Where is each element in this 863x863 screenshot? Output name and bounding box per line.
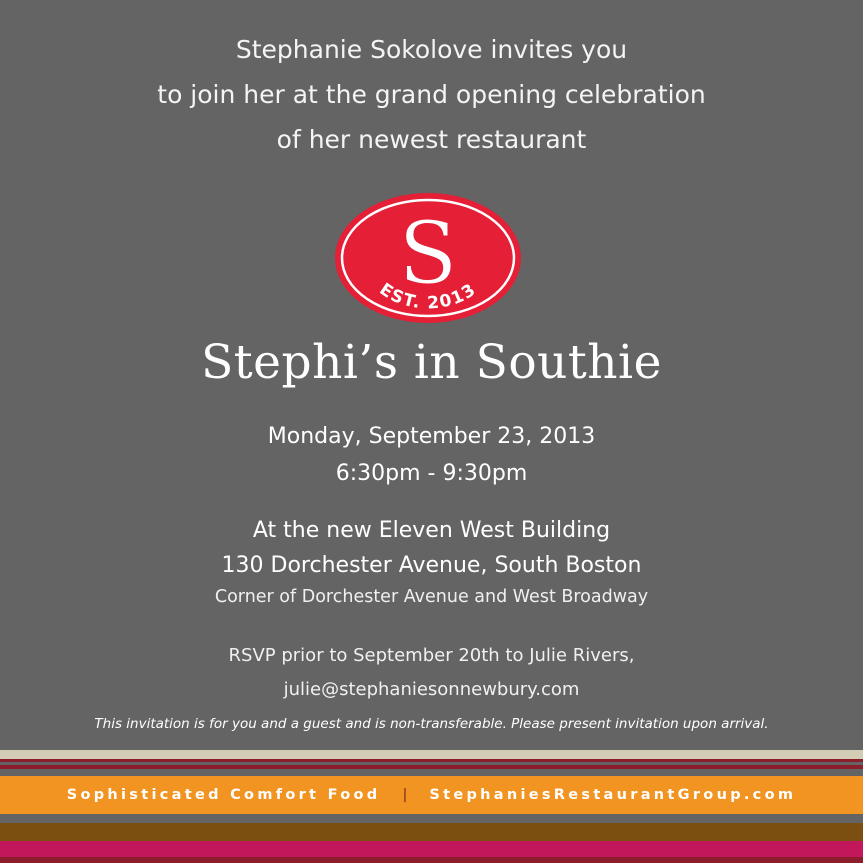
footer-website[interactable]: StephaniesRestaurantGroup.com [429, 787, 796, 803]
event-date: Monday, September 23, 2013 [267, 424, 596, 449]
venue-name: At the new Eleven West Building [252, 518, 611, 543]
venue-corner: Corner of Dorchester Avenue and West Bro… [214, 587, 649, 607]
invitation-note: This invitation is for you and a guest a… [94, 716, 769, 732]
intro-line-3: of her newest restaurant [276, 125, 587, 154]
logo-monogram: S [399, 204, 458, 304]
event-time: 6:30pm - 9:30pm [335, 461, 528, 486]
venue-address: 130 Dorchester Avenue, South Boston [221, 553, 642, 578]
footer-separator: | [402, 787, 408, 803]
stripe-magenta [0, 841, 863, 857]
stripe-beige [0, 750, 863, 759]
stripe-gray-2 [0, 769, 863, 776]
intro-line-1: Stephanie Sokolove invites you [235, 35, 628, 64]
intro-line-2: to join her at the grand opening celebra… [157, 80, 706, 109]
restaurant-name: Stephi’s in Southie [201, 335, 662, 390]
rsvp-text: RSVP prior to September 20th to Julie Ri… [228, 645, 635, 666]
footer-band: Sophisticated Comfort Food | StephaniesR… [0, 776, 863, 814]
rsvp-email[interactable]: julie@stephaniesonnewbury.com [0, 677, 863, 703]
stripe-dark-maroon [0, 857, 863, 863]
stripe-brown [0, 823, 863, 841]
footer-tagline: Sophisticated Comfort Food [66, 787, 381, 803]
stripe-gray-3 [0, 814, 863, 823]
restaurant-logo: S EST. 2013 [335, 193, 521, 323]
